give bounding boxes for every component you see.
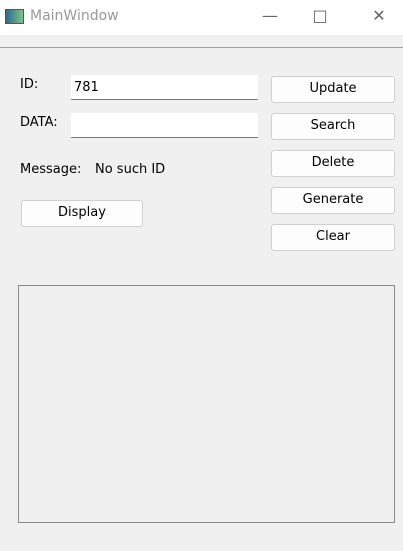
maximize-icon[interactable]: □ bbox=[300, 4, 340, 28]
update-button[interactable]: Update bbox=[271, 76, 395, 103]
clear-button[interactable]: Clear bbox=[271, 224, 395, 251]
search-button[interactable]: Search bbox=[271, 113, 395, 140]
window-title: MainWindow bbox=[30, 8, 119, 24]
data-label: DATA: bbox=[20, 115, 58, 130]
delete-button[interactable]: Delete bbox=[271, 150, 395, 177]
message-label: Message: bbox=[20, 162, 82, 177]
display-area[interactable] bbox=[18, 285, 395, 523]
generate-button[interactable]: Generate bbox=[271, 187, 395, 214]
title-bar: MainWindow — □ ✕ bbox=[0, 0, 403, 35]
close-icon[interactable]: ✕ bbox=[359, 4, 399, 28]
minimize-icon[interactable]: — bbox=[250, 4, 290, 28]
id-input[interactable] bbox=[71, 75, 258, 100]
display-button[interactable]: Display bbox=[21, 200, 143, 227]
id-label: ID: bbox=[20, 77, 39, 92]
menu-bar bbox=[0, 35, 403, 48]
data-input[interactable] bbox=[71, 113, 258, 138]
app-icon bbox=[5, 9, 24, 24]
message-value: No such ID bbox=[95, 162, 166, 177]
